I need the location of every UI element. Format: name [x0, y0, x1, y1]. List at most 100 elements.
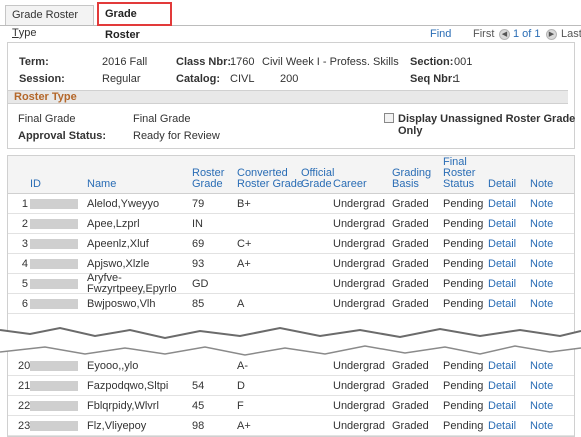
student-name: Fblqrpidy,Wlvrl [87, 400, 159, 412]
tab-grade-roster-type[interactable]: Grade Roster Type [5, 5, 94, 39]
grading-basis: Graded [392, 298, 429, 310]
page-range: 1 of 1 [513, 28, 541, 40]
note-link[interactable]: Note [530, 234, 553, 254]
redacted-id [30, 239, 78, 249]
seq-nbr-value: 1 [454, 73, 461, 85]
first-link[interactable]: First [473, 28, 494, 40]
converted-grade: A+ [237, 420, 251, 432]
row-number: 6 [21, 298, 28, 310]
career: Undergrad [333, 198, 385, 210]
detail-link[interactable]: Detail [488, 274, 516, 294]
roster-grade[interactable]: GD [192, 274, 209, 294]
col-grading-basis-2[interactable]: Basis [392, 179, 419, 190]
student-name: Apee,Lzprl [87, 218, 140, 230]
note-link[interactable]: Note [530, 376, 553, 396]
redacted-id [30, 259, 78, 269]
note-link[interactable]: Note [530, 274, 553, 294]
row-number: 5 [21, 278, 28, 290]
converted-grade: A+ [237, 258, 251, 270]
col-final-status-3[interactable]: Status [443, 179, 474, 190]
final-status: Pending [443, 278, 484, 290]
roster-grade[interactable]: 45 [192, 396, 204, 416]
final-status: Pending [443, 298, 484, 310]
detail-link[interactable]: Detail [488, 194, 516, 214]
session-label: Session: [19, 73, 65, 85]
grading-basis: Graded [392, 198, 429, 210]
roster-type-title: Roster Type [8, 90, 568, 104]
col-note[interactable]: Note [530, 179, 553, 190]
detail-link[interactable]: Detail [488, 294, 516, 314]
grid-header: ID Name Roster Grade Converted Roster Gr… [8, 156, 574, 194]
approval-status-value: Ready for Review [133, 130, 220, 142]
col-name[interactable]: Name [87, 179, 116, 190]
seq-nbr-label: Seq Nbr: [410, 73, 456, 85]
detail-link[interactable]: Detail [488, 416, 516, 436]
roster-grade[interactable]: 69 [192, 234, 204, 254]
col-roster-grade-2[interactable]: Grade [192, 179, 223, 190]
table-row: 4 Apjswo,Xlzle 93 A+ Undergrad Graded Pending D… [8, 254, 574, 274]
note-link[interactable]: Note [530, 214, 553, 234]
career: Undergrad [333, 400, 385, 412]
next-icon[interactable]: ▶ [546, 29, 557, 40]
roster-grade[interactable]: 79 [192, 194, 204, 214]
career: Undergrad [333, 298, 385, 310]
note-link[interactable]: Note [530, 396, 553, 416]
detail-link[interactable]: Detail [488, 234, 516, 254]
table-row: 3 Apeenlz,Xluf 69 C+ Undergrad Graded Pending D… [8, 234, 574, 254]
find-link[interactable]: Find [430, 28, 451, 40]
col-official-2[interactable]: Grade [301, 179, 332, 190]
converted-grade: A [237, 298, 245, 310]
display-unassigned-checkbox[interactable] [384, 113, 394, 123]
redacted-id [30, 279, 78, 289]
row-number: 23 [18, 420, 31, 432]
catalog-label: Catalog: [176, 73, 220, 85]
roster-grade[interactable]: 93 [192, 254, 204, 274]
col-career[interactable]: Career [333, 179, 367, 190]
final-status: Pending [443, 198, 484, 210]
tab-grade-roster[interactable]: Grade Roster [97, 2, 172, 41]
last-link[interactable]: Last [561, 28, 581, 40]
roster-grade[interactable]: 85 [192, 294, 204, 314]
career: Undergrad [333, 380, 385, 392]
display-unassigned-label: Display Unassigned Roster Grade Only [398, 113, 576, 137]
student-name: Apeenlz,Xluf [87, 238, 149, 250]
student-name: Bwjposwo,Vlh [87, 298, 156, 310]
detail-link[interactable]: Detail [488, 214, 516, 234]
previous-icon[interactable]: ◀ [499, 29, 510, 40]
roster-type-value: Final Grade [133, 113, 191, 125]
col-detail[interactable]: Detail [488, 179, 516, 190]
section-label: Section: [410, 56, 454, 68]
section-value: 001 [454, 56, 473, 68]
student-name: Alelod,Yweyyo [87, 198, 160, 210]
note-link[interactable]: Note [530, 416, 553, 436]
final-status: Pending [443, 400, 484, 412]
col-id[interactable]: ID [30, 179, 41, 190]
roster-grade[interactable]: 54 [192, 376, 204, 396]
roster-grade[interactable]: 98 [192, 416, 204, 436]
redacted-id [30, 401, 78, 411]
note-link[interactable]: Note [530, 194, 553, 214]
table-row: 1 Alelod,Yweyyo 79 B+ Undergrad Graded Pending… [8, 194, 574, 214]
detail-link[interactable]: Detail [488, 254, 516, 274]
converted-grade: B+ [237, 198, 251, 210]
note-link[interactable]: Note [530, 254, 553, 274]
grading-basis: Graded [392, 218, 429, 230]
roster-grade[interactable]: IN [192, 214, 203, 234]
grading-basis: Graded [392, 258, 429, 270]
col-converted-2[interactable]: Roster Grade [237, 179, 303, 190]
detail-link[interactable]: Detail [488, 376, 516, 396]
detail-link[interactable]: Detail [488, 396, 516, 416]
career: Undergrad [333, 258, 385, 270]
table-row: 21 Fazpodqwo,Sltpi 54 D Undergrad Graded Pendi… [8, 376, 574, 396]
session-value: Regular [102, 73, 141, 85]
note-link[interactable]: Note [530, 294, 553, 314]
tab-label: Grade Roster [12, 9, 79, 21]
term-value: 2016 Fall [102, 56, 148, 68]
row-number: 4 [21, 258, 28, 270]
student-name: Flz,Vliyepoy [87, 420, 147, 432]
row-number: 21 [18, 380, 31, 392]
table-row: 22 Fblqrpidy,Wlvrl 45 F Undergrad Graded Pendi… [8, 396, 574, 416]
row-number: 2 [21, 218, 28, 230]
student-name: Apjswo,Xlzle [87, 258, 150, 270]
catalog-subject: CIVL [230, 73, 255, 85]
